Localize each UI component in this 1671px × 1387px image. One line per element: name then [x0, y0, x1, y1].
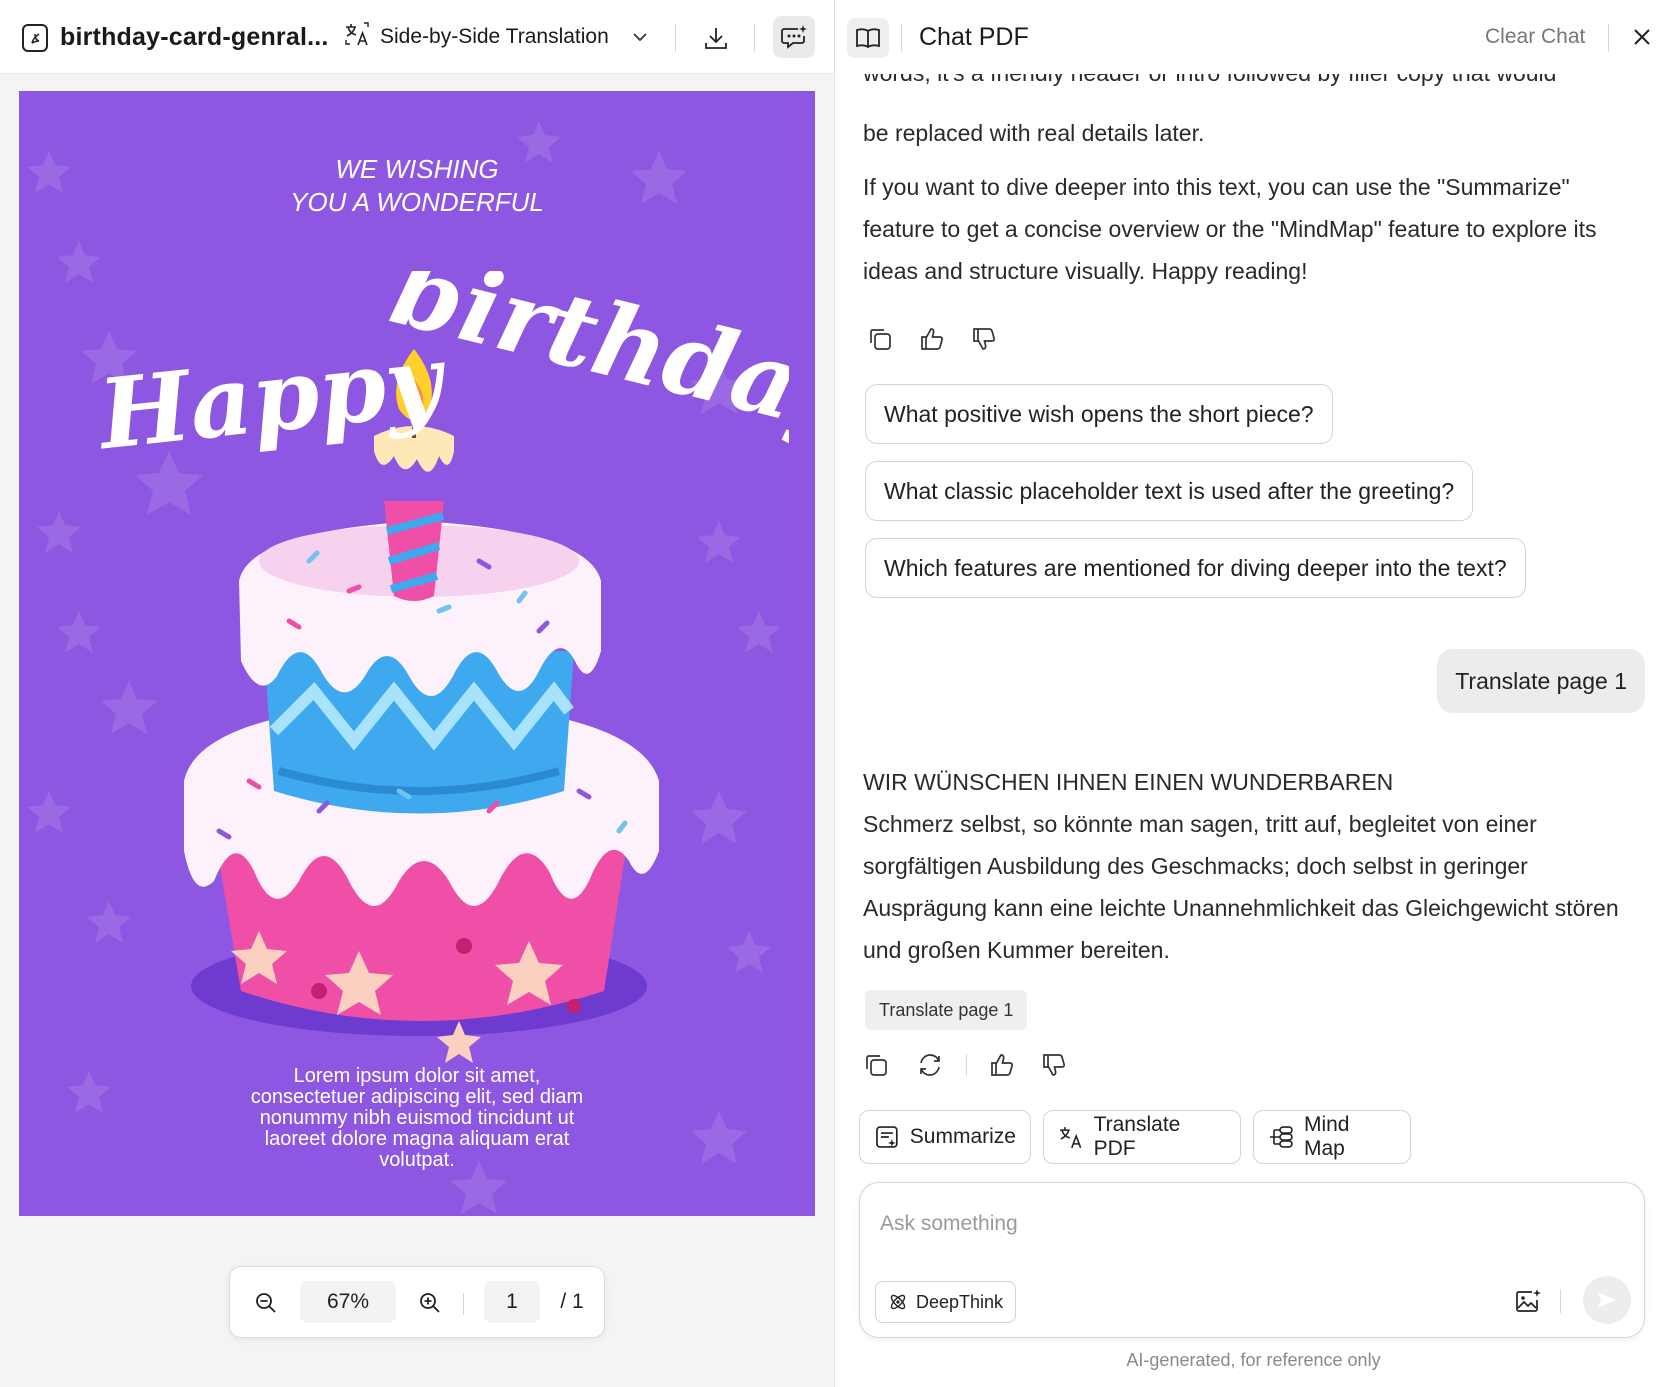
- chat-header: Chat PDF Clear Chat: [835, 0, 1671, 74]
- zoom-page-control: 67% 1 / 1: [229, 1266, 605, 1338]
- translation-mode-label: Side-by-Side Translation: [380, 25, 609, 48]
- download-button[interactable]: [698, 20, 734, 56]
- chat-pdf-pane: Chat PDF Clear Chat words, it's a friend…: [834, 0, 1671, 1387]
- mind-map-icon: [1269, 1126, 1293, 1148]
- copy-button[interactable]: [863, 322, 897, 356]
- mind-map-label: Mind Map: [1303, 1113, 1350, 1160]
- chevron-down-icon: [633, 29, 647, 46]
- assistant-message-text: be replaced with real details later.: [863, 120, 1205, 146]
- thumbs-down-button[interactable]: [967, 322, 1001, 356]
- reply-body: Schmerz selbst, so könnte man sagen, tri…: [863, 811, 1619, 963]
- suggested-question[interactable]: What classic placeholder text is used af…: [865, 461, 1474, 521]
- header-divider: [901, 24, 902, 52]
- page-number-input[interactable]: 1: [484, 1281, 540, 1323]
- card-background: [27, 121, 781, 1214]
- reference-chip[interactable]: Translate page 1: [865, 990, 1028, 1030]
- zoom-out-button[interactable]: [248, 1285, 284, 1321]
- deepthink-toggle[interactable]: DeepThink: [875, 1281, 1017, 1323]
- pdf-file-icon: [22, 24, 48, 52]
- toolbar-divider: [754, 24, 755, 52]
- mind-map-button[interactable]: Mind Map: [1253, 1110, 1411, 1164]
- image-upload-icon: [1516, 1289, 1541, 1312]
- close-icon: [1634, 29, 1650, 45]
- chat-title: Chat PDF: [919, 22, 1029, 51]
- atom-icon: [890, 1294, 906, 1310]
- assistant-message-paragraph: If you want to dive deeper into this tex…: [863, 174, 1597, 284]
- suggested-question[interactable]: What positive wish opens the short piece…: [865, 384, 1333, 444]
- zoom-level-display[interactable]: 67%: [300, 1281, 396, 1323]
- zoom-out-icon: [256, 1293, 276, 1313]
- summarize-icon: [876, 1126, 898, 1148]
- pdf-viewer-pane: birthday-card-genral... Side-by-Side Tra…: [0, 0, 834, 1387]
- card-greeting-heading: WE WISHING YOU A WONDERFUL: [290, 154, 544, 217]
- download-icon: [705, 28, 727, 49]
- pdf-page: WE WISHING YOU A WONDERFUL Happy birthda…: [19, 91, 815, 1216]
- thumbs-up-button[interactable]: [915, 322, 949, 356]
- image-upload-button[interactable]: [1510, 1283, 1546, 1319]
- zoom-in-icon: [420, 1293, 440, 1313]
- thumbs-up-icon: [921, 328, 944, 350]
- reply-heading: WIR WÜNSCHEN IHNEN EINEN WUNDERBAREN: [863, 769, 1394, 795]
- thumbs-up-button[interactable]: [985, 1048, 1019, 1082]
- ai-disclaimer: AI-generated, for reference only: [1126, 1350, 1381, 1370]
- toolbar-divider: [675, 24, 676, 52]
- copy-icon: [870, 329, 891, 350]
- regenerate-button[interactable]: [913, 1048, 947, 1082]
- file-name: birthday-card-genral...: [60, 22, 329, 51]
- card-happy-birthday-title: Happy birthday: [91, 271, 789, 472]
- thumbs-down-icon: [973, 328, 996, 350]
- zoom-in-button[interactable]: [412, 1285, 448, 1321]
- translate-pdf-label: Translate PDF: [1093, 1113, 1181, 1160]
- summarize-button[interactable]: Summarize: [859, 1110, 1031, 1164]
- suggested-question[interactable]: Which features are mentioned for diving …: [865, 538, 1526, 598]
- message-clipped-line: words, it's a friendly header or intro f…: [863, 72, 1557, 86]
- input-divider: [1560, 1289, 1561, 1313]
- translation-mode-dropdown[interactable]: Side-by-Side Translation: [344, 20, 647, 54]
- send-button[interactable]: [1583, 1276, 1631, 1324]
- viewer-toolbar: birthday-card-genral... Side-by-Side Tra…: [0, 0, 834, 74]
- translate-icon: [1059, 1127, 1082, 1149]
- close-button[interactable]: [1625, 20, 1659, 54]
- action-divider: [966, 1054, 967, 1076]
- thumbs-down-icon: [1043, 1054, 1066, 1076]
- regenerate-icon: [920, 1054, 940, 1076]
- book-icon: [856, 28, 880, 49]
- translate-icon: [344, 21, 370, 53]
- card-body-text: Lorem ipsum dolor sit amet, consectetuer…: [250, 1065, 584, 1171]
- ask-input[interactable]: [880, 1207, 1620, 1241]
- book-view-button[interactable]: [847, 18, 889, 58]
- assistant-translation-reply: WIR WÜNSCHEN IHNEN EINEN WUNDERBAREN Sch…: [863, 761, 1633, 971]
- send-icon: [1598, 1292, 1616, 1308]
- clear-chat-button[interactable]: Clear Chat: [1485, 20, 1585, 54]
- chat-input-box: DeepThink: [859, 1182, 1645, 1338]
- deepthink-label: DeepThink: [916, 1291, 1004, 1312]
- thumbs-down-button[interactable]: [1037, 1048, 1071, 1082]
- user-message-bubble: Translate page 1: [1437, 649, 1645, 713]
- ai-chat-icon: [781, 25, 807, 49]
- thumbs-up-icon: [991, 1054, 1014, 1076]
- page-total: / 1: [560, 1290, 584, 1313]
- zoom-divider: [463, 1293, 464, 1315]
- summarize-label: Summarize: [909, 1125, 1016, 1148]
- header-divider: [1608, 24, 1609, 52]
- copy-button[interactable]: [859, 1048, 893, 1082]
- translate-pdf-button[interactable]: Translate PDF: [1043, 1110, 1241, 1164]
- ai-chat-toggle-button[interactable]: [773, 16, 815, 58]
- copy-icon: [866, 1055, 887, 1076]
